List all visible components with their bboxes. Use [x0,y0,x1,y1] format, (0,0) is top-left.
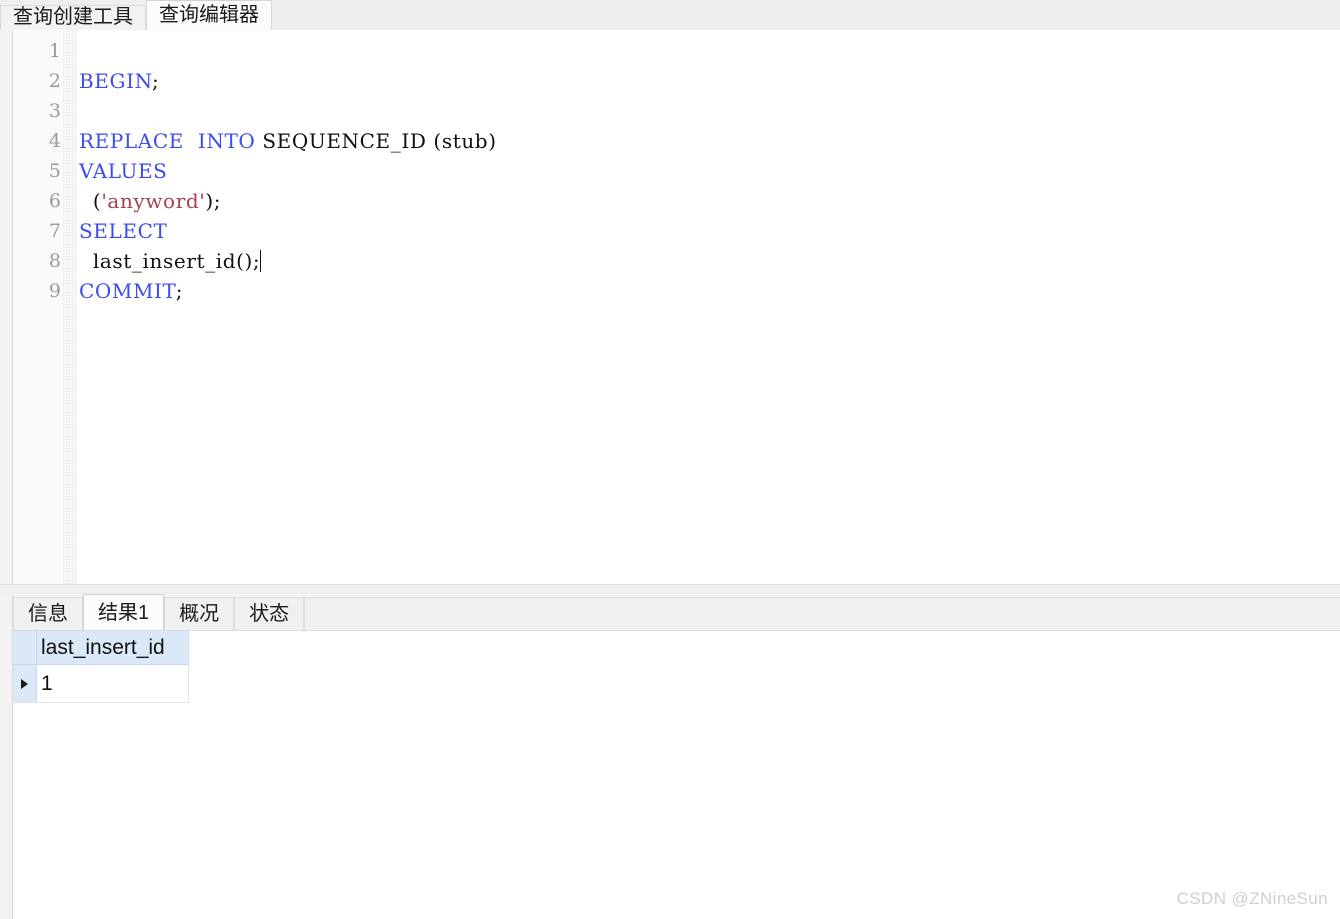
code-token: SEQUENCE_ID (stub) [255,129,497,153]
result-grid-container[interactable]: last_insert_id 1 [12,630,1340,919]
line-number: 3 [48,100,61,122]
csdn-watermark: CSDN @ZNineSun [1176,889,1328,908]
grid-header-row: last_insert_id [13,631,189,665]
app-window: 查询创建工具 查询编辑器 1 2 3 4 5 6 7 8 9 BEGIN; RE… [0,0,1340,919]
gutter-separator [63,30,77,584]
tab-info-label: 信息 [28,603,68,625]
code-token: COMMIT [79,279,176,303]
code-line-9: COMMIT; [79,276,1340,306]
code-token: ( [79,189,102,213]
results-panel: 信息 结果1 概况 状态 last_insert_id 1 [0,594,1340,919]
code-line-8: last_insert_id(); [79,246,1340,276]
tab-result-1[interactable]: 结果1 [83,594,165,630]
sql-editor[interactable]: 1 2 3 4 5 6 7 8 9 BEGIN; REPLACE INTO SE… [12,30,1340,584]
code-line-6: ('anyword'); [79,186,1340,216]
line-number: 5 [48,160,61,182]
line-number: 6 [48,190,61,212]
table-row[interactable]: 1 [13,665,189,703]
row-indicator-cell[interactable] [13,665,37,703]
tab-status-label: 状态 [249,603,290,625]
text-cursor [260,250,262,272]
result-grid: last_insert_id 1 [13,631,189,703]
line-number: 9 [48,280,61,302]
tab-query-editor-label: 查询编辑器 [159,3,259,26]
code-token: ); [205,189,222,213]
code-token: SELECT [79,219,168,243]
code-line-7: SELECT [79,216,1340,246]
tab-result-1-label: 结果1 [98,601,150,624]
code-token: ; [151,69,160,93]
tab-query-editor[interactable]: 查询编辑器 [146,0,272,30]
column-header-last-insert-id[interactable]: last_insert_id [37,631,189,665]
tab-status[interactable]: 状态 [234,597,305,630]
code-token: 'anyword' [101,189,206,213]
code-token: INTO [197,129,256,153]
line-number: 8 [48,250,61,272]
code-token: last_insert_id(); [79,249,261,273]
editor-gutter: 1 2 3 4 5 6 7 8 9 [13,30,77,584]
code-token: ; [175,279,184,303]
code-line-5: VALUES [79,156,1340,186]
editor-region: 1 2 3 4 5 6 7 8 9 BEGIN; REPLACE INTO SE… [0,30,1340,584]
code-token: VALUES [79,159,168,183]
panel-splitter[interactable] [0,584,1340,594]
tab-query-builder-label: 查询创建工具 [13,6,133,28]
top-tab-strip: 查询创建工具 查询编辑器 [0,0,1340,30]
cell-last-insert-id[interactable]: 1 [37,665,189,703]
sql-code-text[interactable]: BEGIN; REPLACE INTO SEQUENCE_ID (stub) VA… [79,30,1340,584]
line-number: 1 [48,40,61,62]
tab-profile-label: 概况 [179,603,220,625]
tab-info[interactable]: 信息 [13,597,83,630]
tab-strip-filler [304,597,1340,630]
code-line-2: BEGIN; [79,66,1340,96]
results-tab-strip: 信息 结果1 概况 状态 [12,594,1340,630]
cell-value: 1 [41,672,53,695]
code-token: BEGIN [79,69,152,93]
column-header-label: last_insert_id [41,636,165,659]
line-number: 4 [48,130,61,152]
line-number: 2 [48,70,61,92]
line-number-column: 1 2 3 4 5 6 7 8 9 [13,30,61,306]
code-line-4: REPLACE INTO SEQUENCE_ID (stub) [79,126,1340,156]
line-number: 7 [48,220,61,242]
grid-corner-cell[interactable] [13,631,37,665]
row-current-arrow-icon [21,678,28,689]
tab-profile[interactable]: 概况 [164,597,235,630]
tab-query-builder[interactable]: 查询创建工具 [0,5,146,30]
code-token: REPLACE [79,129,184,153]
